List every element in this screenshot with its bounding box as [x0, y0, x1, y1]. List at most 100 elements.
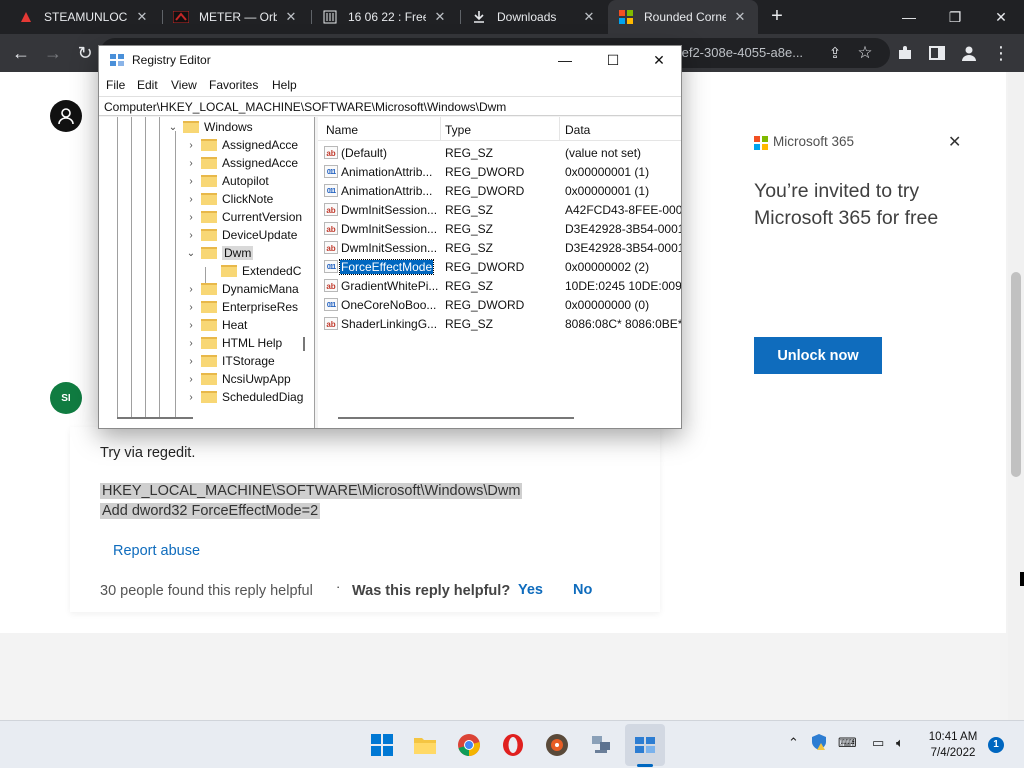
registry-key-scheduleddiag[interactable]: › ScheduledDiag	[185, 388, 303, 406]
menu-file[interactable]: File	[106, 78, 125, 92]
chevron-right-icon[interactable]: ›	[185, 392, 197, 403]
registry-value-row[interactable]: ab (Default) REG_SZ (value not set)	[318, 143, 681, 162]
regedit-minimize-icon[interactable]: —	[542, 46, 588, 74]
registry-values-list[interactable]: Name Type Data ab (Default) REG_SZ (value n…	[318, 117, 681, 428]
page-scroll-thumb[interactable]	[1011, 272, 1021, 477]
registry-key-ncsiuwpapp[interactable]: › NcsiUwpApp	[185, 370, 290, 388]
menu-favorites[interactable]: Favorites	[209, 78, 258, 92]
chevron-right-icon[interactable]: ›	[185, 194, 197, 205]
unlock-now-button[interactable]: Unlock now	[754, 337, 882, 374]
minimize-browser-icon[interactable]: —	[886, 0, 932, 34]
helpful-no-button[interactable]: No	[573, 582, 592, 598]
registry-value-row[interactable]: 011 ForceEffectMode REG_DWORD 0x00000002 (2…	[318, 257, 681, 276]
registry-value-row[interactable]: ab GradientWhitePi... REG_SZ 10DE:0245 10DE…	[318, 276, 681, 295]
restore-browser-icon[interactable]: ❐	[932, 0, 978, 34]
regedit-maximize-icon[interactable]: ☐	[590, 46, 636, 74]
reply-author-avatar[interactable]: SI	[50, 382, 82, 414]
column-header-data[interactable]: Data	[565, 123, 590, 137]
media-player-icon[interactable]	[543, 731, 571, 759]
registry-value-row[interactable]: ab DwmInitSession... REG_SZ A42FCD43-8FEE-0…	[318, 200, 681, 219]
tab-meter[interactable]: METER — Orbai ✕	[163, 0, 309, 34]
registry-value-row[interactable]: 011 AnimationAttrib... REG_DWORD 0x00000001…	[318, 181, 681, 200]
side-panel-icon[interactable]	[924, 40, 950, 66]
registry-value-row[interactable]: ab ShaderLinkingG... REG_SZ 8086:08C* 8086:…	[318, 314, 681, 333]
back-arrow-icon[interactable]: ←	[8, 40, 34, 66]
registry-value-row[interactable]: ab DwmInitSession... REG_SZ D3E42928-3B54-0…	[318, 219, 681, 238]
menu-view[interactable]: View	[171, 78, 197, 92]
chevron-right-icon[interactable]: ›	[185, 212, 197, 223]
registry-value-row[interactable]: 011 OneCoreNoBoo... REG_DWORD 0x00000000 (0…	[318, 295, 681, 314]
keyboard-icon[interactable]: ⌨	[838, 735, 857, 751]
registry-key-heat[interactable]: › Heat	[185, 316, 247, 334]
registry-key-clicknote[interactable]: › ClickNote	[185, 190, 273, 208]
chevron-right-icon[interactable]: ›	[185, 140, 197, 151]
helpful-yes-button[interactable]: Yes	[518, 582, 543, 598]
chevron-right-icon[interactable]: ›	[185, 158, 197, 169]
menu-edit[interactable]: Edit	[137, 78, 158, 92]
user-avatar[interactable]	[50, 100, 82, 132]
column-header-name[interactable]: Name	[326, 123, 358, 137]
regedit-close-icon[interactable]: ✕	[636, 46, 681, 74]
report-abuse-link[interactable]: Report abuse	[113, 543, 200, 559]
registry-key-extendedc[interactable]: ExtendedC	[205, 262, 301, 280]
regedit-title-bar[interactable]: Registry Editor — ☐ ✕	[99, 46, 681, 74]
forward-arrow-icon[interactable]: →	[40, 40, 66, 66]
tab-close-icon[interactable]: ✕	[581, 9, 597, 25]
tree-vertical-scrollbar[interactable]	[303, 337, 305, 351]
tab-downloads[interactable]: Downloads ✕	[461, 0, 607, 34]
chevron-right-icon[interactable]: ›	[185, 176, 197, 187]
reload-icon[interactable]: ↻	[72, 40, 98, 66]
ad-close-icon[interactable]: ✕	[948, 132, 961, 152]
column-header-type[interactable]: Type	[445, 123, 471, 137]
registry-value-row[interactable]: ab DwmInitSession... REG_SZ D3E42928-3B54-0…	[318, 238, 681, 257]
new-tab-button[interactable]: +	[766, 6, 788, 28]
registry-key-deviceupdate[interactable]: › DeviceUpdate	[185, 226, 297, 244]
tab-free-download[interactable]: 16 06 22 : Free D ✕	[312, 0, 458, 34]
file-explorer-icon[interactable]	[411, 731, 439, 759]
registry-key-autopilot[interactable]: › Autopilot	[185, 172, 268, 190]
chevron-down-icon[interactable]: ⌄	[167, 122, 179, 133]
extensions-puzzle-icon[interactable]	[892, 40, 918, 66]
tab-steamunlocked[interactable]: STEAMUNLOCKED ✕	[8, 0, 160, 34]
volume-icon[interactable]: 🔈︎	[896, 735, 904, 751]
display-icon[interactable]: ▭	[872, 735, 884, 751]
registry-key-windows[interactable]: ⌄ Windows	[167, 118, 253, 136]
registry-key-html-help[interactable]: › HTML Help	[185, 334, 282, 352]
tab-close-icon[interactable]: ✕	[283, 9, 299, 25]
windows-start-icon[interactable]	[368, 731, 396, 759]
registry-key-dwm[interactable]: ⌄ Dwm	[185, 244, 254, 262]
bookmark-star-icon[interactable]: ☆	[852, 40, 878, 66]
values-horizontal-scrollbar[interactable]	[338, 417, 574, 419]
security-shield-icon[interactable]	[810, 733, 828, 754]
registry-value-row[interactable]: 011 AnimationAttrib... REG_DWORD 0x00000001…	[318, 162, 681, 181]
regedit-taskbar-icon[interactable]	[631, 731, 659, 759]
chevron-right-icon[interactable]: ›	[185, 374, 197, 385]
registry-key-assignedacce[interactable]: › AssignedAcce	[185, 154, 298, 172]
menu-help[interactable]: Help	[272, 78, 297, 92]
chevron-right-icon[interactable]: ›	[185, 356, 197, 367]
notification-badge[interactable]: 1	[988, 737, 1004, 753]
chevron-right-icon[interactable]: ›	[185, 320, 197, 331]
registry-key-currentversion[interactable]: › CurrentVersion	[185, 208, 302, 226]
registry-key-assignedacce[interactable]: › AssignedAcce	[185, 136, 298, 154]
registry-key-enterpriseres[interactable]: › EnterpriseRes	[185, 298, 298, 316]
opera-icon[interactable]	[499, 731, 527, 759]
tab-close-icon[interactable]: ✕	[432, 9, 448, 25]
registry-key-itstorage[interactable]: › ITStorage	[185, 352, 274, 370]
show-hidden-icons-chevron-icon[interactable]: ⌃	[788, 735, 799, 751]
share-icon[interactable]: ⇪	[822, 40, 848, 66]
tab-close-icon[interactable]: ✕	[134, 9, 150, 25]
chevron-right-icon[interactable]: ›	[185, 230, 197, 241]
chevron-right-icon[interactable]: ›	[185, 284, 197, 295]
profile-icon[interactable]	[956, 40, 982, 66]
taskbar-clock[interactable]: 10:41 AM 7/4/2022	[920, 729, 986, 761]
tab-close-icon[interactable]: ✕	[732, 9, 748, 25]
close-browser-icon[interactable]: ✕	[978, 0, 1024, 34]
chevron-right-icon[interactable]: ›	[185, 338, 197, 349]
registry-key-tree[interactable]: ⌄ Windows › AssignedAcce › AssignedAcce › Autop…	[99, 117, 315, 428]
tree-horizontal-scrollbar[interactable]	[117, 417, 193, 419]
chevron-right-icon[interactable]: ›	[185, 302, 197, 313]
chrome-icon[interactable]	[455, 731, 483, 759]
tab-rounded-corners[interactable]: Rounded Corne ✕	[608, 0, 758, 34]
regedit-address-bar[interactable]: Computer\HKEY_LOCAL_MACHINE\SOFTWARE\Mic…	[99, 96, 681, 116]
